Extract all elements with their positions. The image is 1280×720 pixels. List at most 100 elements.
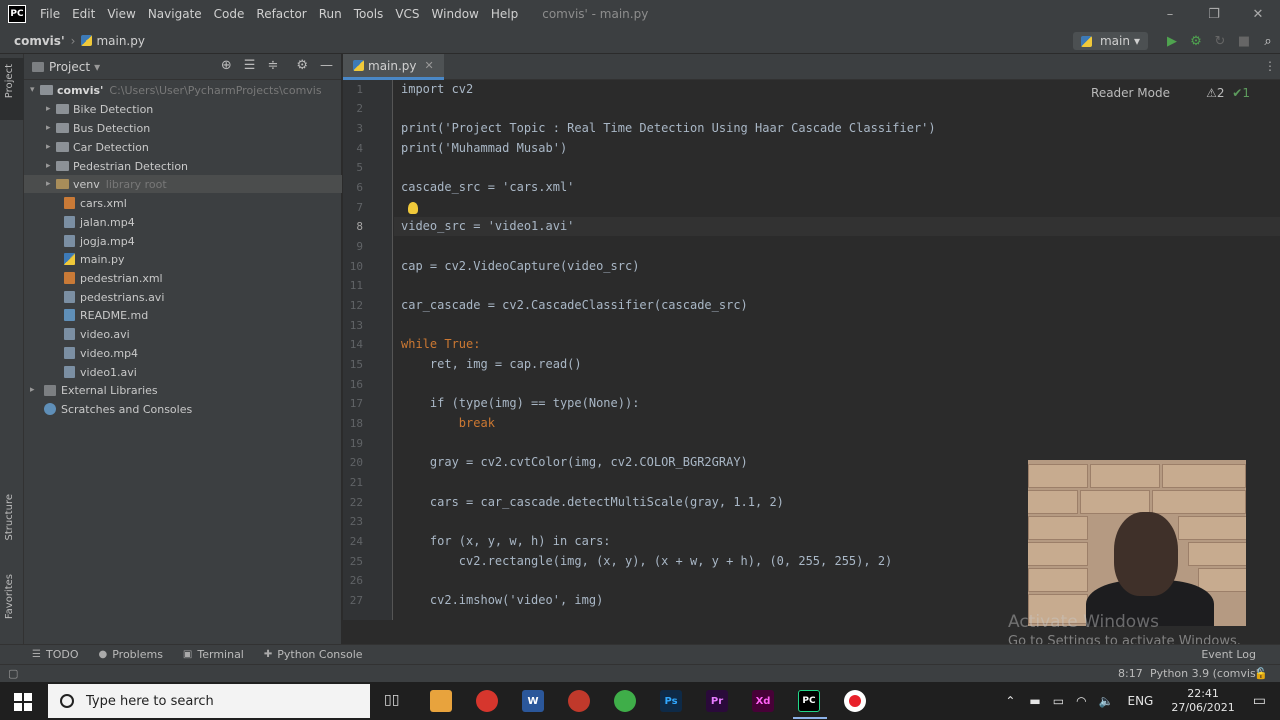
menu-run[interactable]: Run: [319, 7, 342, 21]
xml-file-icon: [64, 197, 75, 209]
gear-icon[interactable]: ⚙: [296, 58, 308, 73]
run-icon[interactable]: ▶: [1160, 34, 1184, 49]
problems-tool-button[interactable]: ● Problems: [98, 648, 162, 661]
line-number: 22: [349, 496, 363, 509]
debug-icon[interactable]: ⚙: [1184, 34, 1208, 49]
xd-icon[interactable]: Xd: [752, 690, 774, 712]
tree-root-path: C:\Users\User\PycharmProjects\comvis: [109, 83, 322, 97]
tree-file-video-avi[interactable]: video.avi: [24, 325, 342, 343]
network-icon[interactable]: ▭: [1053, 694, 1064, 708]
python-interpreter[interactable]: Python 3.9 (comvis'): [1150, 667, 1263, 680]
terminal-tool-button[interactable]: ▣ Terminal: [183, 648, 244, 661]
chevron-down-icon[interactable]: ▾: [94, 60, 100, 74]
app-icon[interactable]: [568, 690, 590, 712]
caret-position[interactable]: 8:17: [1118, 667, 1143, 680]
task-view-icon[interactable]: ▯▯: [384, 692, 399, 708]
maximize-button[interactable]: ❐: [1192, 0, 1236, 28]
line-number: 21: [349, 476, 363, 489]
breadcrumb-project[interactable]: comvis': [14, 34, 65, 48]
chevron-up-icon[interactable]: ⌃: [1005, 694, 1015, 708]
rerun-icon[interactable]: ↻: [1208, 34, 1232, 49]
menu-refactor[interactable]: Refactor: [256, 7, 306, 21]
breadcrumb-file[interactable]: main.py: [81, 34, 145, 48]
tree-folder-pedestrian-detection[interactable]: ▸ Pedestrian Detection: [24, 157, 342, 175]
line-number: 13: [349, 319, 363, 332]
line-number: 25: [349, 555, 363, 568]
tree-file-video1-avi[interactable]: video1.avi: [24, 363, 342, 381]
hide-panel-icon[interactable]: —: [320, 58, 333, 73]
line-number: 10: [349, 260, 363, 273]
expand-all-icon[interactable]: ☰: [244, 58, 256, 73]
clock[interactable]: 22:41 27/06/2021: [1171, 687, 1234, 715]
tab-menu-icon[interactable]: ⋮: [1264, 59, 1276, 73]
favorites-tool-window-button[interactable]: Favorites: [4, 574, 15, 619]
wifi-icon[interactable]: ◠: [1076, 694, 1086, 708]
menu-help[interactable]: Help: [491, 7, 518, 21]
inspections-widget[interactable]: ⚠2 ✔1: [1206, 86, 1250, 100]
minimize-button[interactable]: –: [1148, 0, 1192, 28]
structure-tool-window-button[interactable]: Structure: [4, 494, 15, 541]
tree-file-main-py[interactable]: main.py: [24, 250, 342, 268]
intention-bulb-icon[interactable]: [408, 202, 418, 214]
search-icon[interactable]: ⌕: [1256, 34, 1280, 49]
menu-vcs[interactable]: VCS: [395, 7, 419, 21]
close-tab-icon[interactable]: ✕: [425, 59, 434, 72]
project-panel-title[interactable]: Project: [49, 60, 90, 74]
tree-folder-bike-detection[interactable]: ▸ Bike Detection: [24, 100, 342, 118]
tree-file-jogja-mp4[interactable]: jogja.mp4: [24, 232, 342, 250]
menu-view[interactable]: View: [107, 7, 135, 21]
run-configuration-label: main: [1099, 34, 1130, 48]
library-folder-icon: [56, 179, 69, 189]
tree-file-readme-md[interactable]: README.md: [24, 306, 342, 324]
menu-navigate[interactable]: Navigate: [148, 7, 202, 21]
python-console-tool-button[interactable]: ✚ Python Console: [264, 648, 363, 661]
tree-folder-car-detection[interactable]: ▸ Car Detection: [24, 138, 342, 156]
file-explorer-icon[interactable]: [430, 690, 452, 712]
menu-tools[interactable]: Tools: [354, 7, 384, 21]
word-icon[interactable]: W: [522, 690, 544, 712]
layout-icon[interactable]: ▢: [8, 667, 18, 680]
locate-icon[interactable]: ⊕: [221, 58, 232, 73]
app-icon[interactable]: [614, 690, 636, 712]
chrome-icon[interactable]: [476, 690, 498, 712]
photoshop-icon[interactable]: Ps: [660, 690, 682, 712]
tab-main-py[interactable]: main.py ✕: [343, 54, 444, 80]
event-log-button[interactable]: Event Log: [1201, 648, 1256, 661]
tree-file-cars-xml[interactable]: cars.xml: [24, 194, 342, 212]
language-indicator[interactable]: ENG: [1128, 694, 1154, 708]
tree-file-video-mp4[interactable]: video.mp4: [24, 344, 342, 362]
tree-file-pedestrian-xml[interactable]: pedestrian.xml: [24, 269, 342, 287]
tree-file-jalan-mp4[interactable]: jalan.mp4: [24, 213, 342, 231]
tree-folder-bus-detection[interactable]: ▸ Bus Detection: [24, 119, 342, 137]
volume-icon[interactable]: 🔈: [1099, 694, 1114, 708]
line-number: 9: [356, 240, 363, 253]
tree-scratches-and-consoles[interactable]: Scratches and Consoles: [24, 400, 342, 418]
collapse-all-icon[interactable]: ≑: [267, 58, 278, 73]
close-button[interactable]: ✕: [1236, 0, 1280, 28]
record-icon[interactable]: [844, 690, 866, 712]
lock-icon[interactable]: 🔓: [1254, 667, 1268, 680]
line-number: 17: [349, 397, 363, 410]
reader-mode-button[interactable]: Reader Mode: [1091, 86, 1170, 100]
device-icon[interactable]: ▬: [1029, 694, 1040, 708]
premiere-icon[interactable]: Pr: [706, 690, 728, 712]
menu-edit[interactable]: Edit: [72, 7, 95, 21]
project-tool-window-button[interactable]: Project: [4, 64, 15, 98]
taskbar-search-box[interactable]: Type here to search: [48, 684, 370, 718]
menu-file[interactable]: File: [40, 7, 60, 21]
pycharm-icon[interactable]: PC: [793, 690, 827, 719]
notification-icon[interactable]: ▭: [1253, 693, 1266, 709]
tree-folder-venv[interactable]: ▸ venv library root: [24, 175, 342, 193]
tree-external-libraries[interactable]: ▸ External Libraries: [24, 381, 342, 399]
menu-window[interactable]: Window: [432, 7, 479, 21]
breadcrumb-separator: ›: [70, 33, 76, 48]
line-number: 1: [356, 83, 363, 96]
menu-code[interactable]: Code: [214, 7, 245, 21]
tree-file-pedestrians-avi[interactable]: pedestrians.avi: [24, 288, 342, 306]
tree-root[interactable]: ▾ comvis' C:\Users\User\PycharmProjects\…: [24, 81, 342, 99]
windows-start-button[interactable]: [14, 693, 32, 711]
line-number: 18: [349, 417, 363, 430]
run-configuration-select[interactable]: main ▾: [1072, 32, 1148, 50]
todo-tool-button[interactable]: ☰ TODO: [32, 648, 78, 661]
stop-icon[interactable]: ■: [1232, 34, 1256, 49]
